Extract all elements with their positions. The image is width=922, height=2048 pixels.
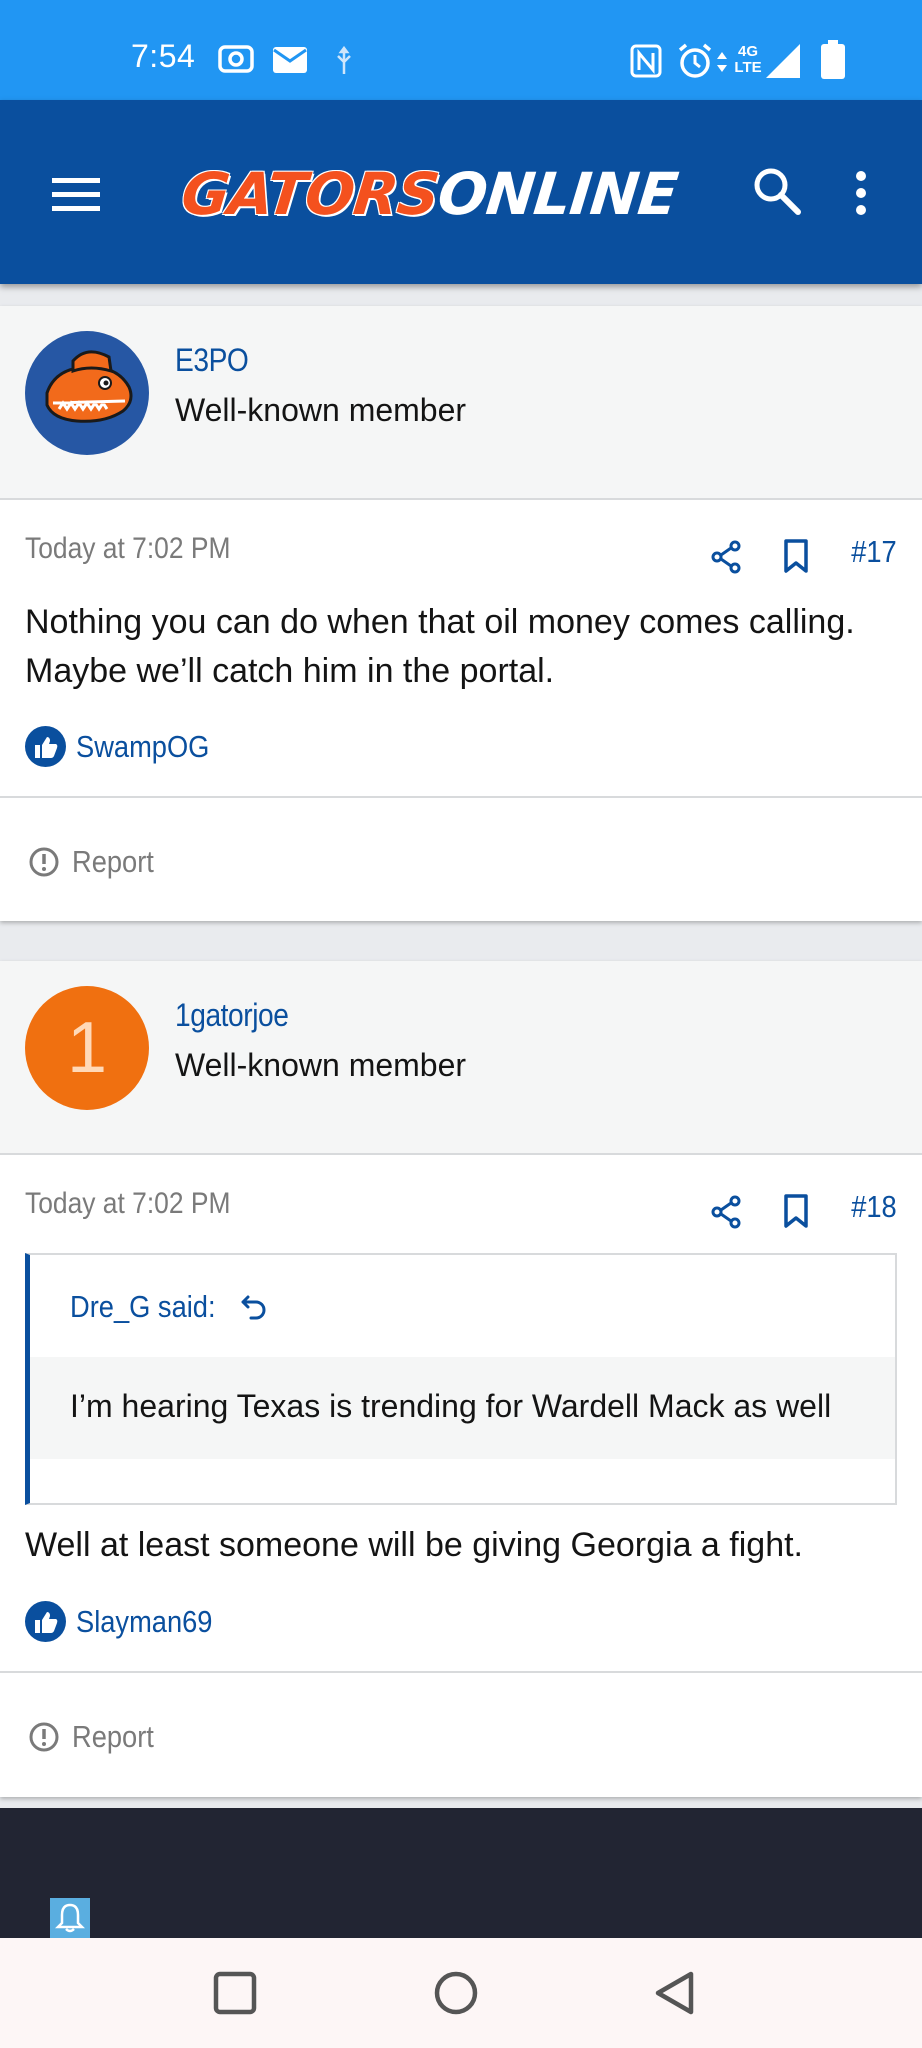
screen-record-icon [218,45,254,73]
home-button[interactable] [421,1958,491,2028]
notification-bell-button[interactable] [50,1898,90,1938]
site-logo[interactable]: GATORS ONLINE [178,156,681,232]
post-date[interactable]: Today at 7:02 PM [25,532,230,566]
network-type: 4G LTE [734,43,762,76]
quote-author[interactable]: Dre_G said: [70,1289,269,1325]
report-button[interactable]: Report [28,1719,165,1755]
back-button[interactable] [640,1958,710,2028]
data-arrows-icon [717,52,727,72]
menu-icon[interactable] [52,176,100,212]
like-icon [25,1601,66,1642]
screen: { "status_bar": { "time": "7:54", "netwo… [0,0,922,2048]
alarm-icon [678,43,712,78]
quote-text: I’m hearing Texas is trending for Wardel… [30,1357,895,1459]
avatar[interactable] [25,331,149,455]
status-bar: 7:54 4G LTE [0,0,922,100]
nfc-icon [630,44,662,78]
signal-icon [766,44,800,78]
post-number[interactable]: #18 [851,1189,897,1225]
mail-icon [273,47,307,73]
quote-author-name: Dre_G said: [70,1289,216,1324]
search-icon[interactable] [752,166,802,216]
quote-header: Dre_G said: [30,1255,895,1357]
post: 1 1gatorjoe Well-known member Today at 7… [0,961,922,1797]
report-button[interactable]: Report [28,844,165,880]
more-vert-icon[interactable] [854,170,868,216]
post-body: Nothing you can do when that oil money c… [25,603,855,690]
reaction-bar[interactable]: Slayman69 [25,1601,231,1642]
post: E3PO Well-known member Today at 7:02 PM … [0,306,922,921]
reaction-user[interactable]: SwampOG [76,729,209,765]
username[interactable]: E3PO [175,342,249,379]
usb-icon [337,46,351,74]
post-userbar: E3PO Well-known member [0,306,922,500]
square-icon [213,1971,257,2015]
post-body: Well at least someone will be giving Geo… [25,1526,803,1564]
back-triangle-icon [655,1971,694,2015]
post-number[interactable]: #17 [851,534,897,570]
username[interactable]: 1gatorjoe [175,997,289,1034]
site-footer [0,1808,922,1938]
avatar-letter: 1 [25,986,149,1110]
post-userbar: 1 1gatorjoe Well-known member [0,961,922,1155]
reaction-bar[interactable]: SwampOG [25,726,228,767]
quote-block: Dre_G said: I’m hearing Texas is trendin… [25,1253,897,1505]
gator-avatar-icon [45,350,133,423]
app-header: GATORS ONLINE [0,100,922,284]
like-icon [25,726,66,767]
report-label: Report [72,1719,154,1754]
reaction-user[interactable]: Slayman69 [76,1604,212,1640]
user-title: Well-known member [175,392,467,428]
divider [0,1671,922,1673]
alert-icon [29,1722,59,1752]
bookmark-icon[interactable] [783,538,809,574]
report-label: Report [72,844,154,879]
status-time: 7:54 [131,38,196,74]
battery-icon [821,40,845,79]
logo-gators: GATORS [178,160,442,228]
share-icon[interactable] [710,1195,742,1229]
circle-icon [434,1971,478,2015]
system-nav-bar [0,1938,922,2048]
alert-icon [29,847,59,877]
user-title: Well-known member [175,1047,467,1083]
logo-online: ONLINE [434,160,681,228]
divider [0,796,922,798]
post-date[interactable]: Today at 7:02 PM [25,1187,230,1221]
recents-button[interactable] [200,1958,270,2028]
quote-jump-icon[interactable] [239,1292,269,1322]
bell-icon [55,1903,85,1933]
bookmark-icon[interactable] [783,1193,809,1229]
avatar[interactable]: 1 [25,986,149,1110]
share-icon[interactable] [710,540,742,574]
